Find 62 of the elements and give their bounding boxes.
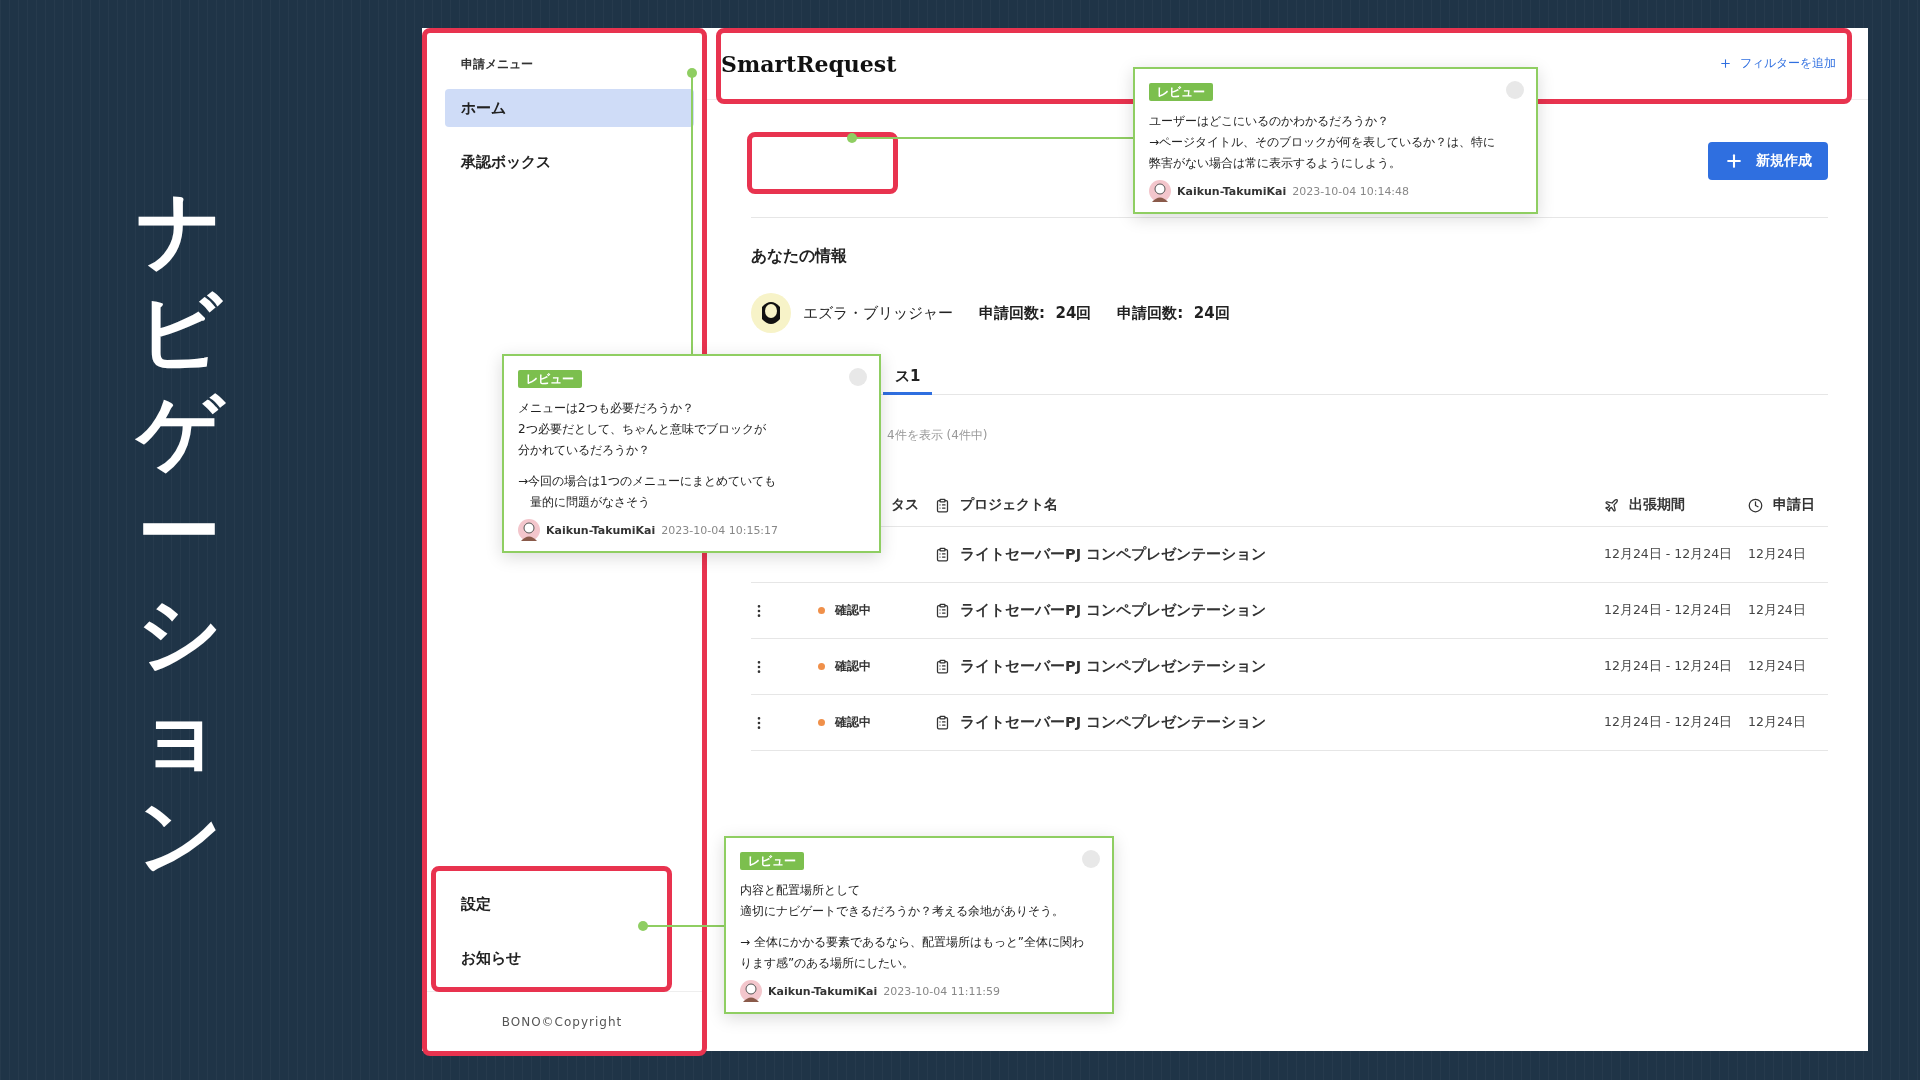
- status-text: 確認中: [835, 602, 871, 619]
- comment-text: 内容と配置場所として 適切にナビゲートできるだろうか？考える余地がありそう。: [740, 882, 1065, 920]
- status-text: 確認中: [835, 658, 871, 675]
- connector-dot: [638, 921, 648, 931]
- user-avatar: [751, 293, 791, 333]
- clipboard-icon: [935, 547, 950, 562]
- clipboard-icon: [935, 603, 950, 618]
- sidebar-item[interactable]: 設定: [445, 877, 694, 931]
- sidebar-item[interactable]: お知らせ: [445, 931, 694, 985]
- plane-icon: [1604, 497, 1619, 513]
- user-name: エズラ・ブリッジャー: [803, 303, 953, 323]
- sidebar-item[interactable]: ホーム: [445, 89, 694, 127]
- project-name: ライトセーバーPJ コンペプレゼンテーション: [960, 601, 1267, 620]
- comment-text: →今回の場合は1つのメニューにまとめていても 量的に問題がなさそう: [518, 473, 777, 511]
- author-name: Kaikun-TakumiKai: [546, 523, 656, 537]
- copyright: BONO©Copyright: [422, 991, 702, 1051]
- section-heading: あなたの情報: [751, 246, 848, 267]
- comment-time: 2023-10-04 11:11:59: [883, 984, 1001, 998]
- request-date: 12月24日: [1748, 602, 1806, 619]
- review-tag: レビュー: [518, 370, 582, 388]
- comment-text: ユーザーはどこにいるのかわかるだろうか？ →ページタイトル、そのブロックが何を表しているか？は、特に 弊害がない場合は常に表示するようにしよう。: [1149, 113, 1497, 172]
- new-button[interactable]: 新規作成: [1708, 141, 1828, 180]
- column-header: 出張期間: [1604, 484, 1748, 527]
- slide-title: ナビゲーション: [132, 180, 230, 886]
- trip-period: 12月24日 - 12月24日: [1604, 658, 1733, 675]
- comment-time: 2023-10-04 10:14:48: [1292, 184, 1410, 198]
- trip-period: 12月24日 - 12月24日: [1604, 602, 1733, 619]
- review-tag: レビュー: [740, 852, 804, 870]
- review-tag: レビュー: [1149, 83, 1213, 101]
- clock-icon: [1748, 497, 1763, 513]
- comment-time: 2023-10-04 10:15:17: [661, 523, 779, 537]
- reviewer-avatar: [1149, 180, 1171, 202]
- request-count: 申請回数: 24回: [979, 303, 1092, 323]
- author-name: Kaikun-TakumiKai: [768, 984, 878, 998]
- sidebar-item[interactable]: 承認ボックス: [445, 143, 694, 181]
- clipboard-icon: [935, 715, 950, 730]
- result-count: 4件を表示 (4件中): [887, 427, 988, 444]
- request-count: 申請回数: 24回: [1117, 303, 1230, 323]
- comment-text: メニューは2つも必要だろうか？ 2つ必要だとして、ちゃんと意味でブロックが 分かれているだろうか？: [518, 400, 767, 459]
- column-header: プロジェクト名: [935, 484, 1604, 527]
- reviewer-avatar: [740, 980, 762, 1002]
- request-date: 12月24日: [1748, 546, 1806, 563]
- clipboard-icon: [935, 497, 950, 513]
- add-filter-button[interactable]: フィルターを追加: [1713, 54, 1842, 73]
- menu-heading: 申請メニュー: [461, 56, 533, 73]
- clipboard-icon: [935, 659, 950, 674]
- plus-icon: [1719, 57, 1732, 70]
- app-title: SmartRequest: [721, 50, 897, 77]
- reviewer-avatar: [518, 519, 540, 541]
- project-name: ライトセーバーPJ コンペプレゼンテーション: [960, 713, 1267, 732]
- request-date: 12月24日: [1748, 658, 1806, 675]
- connector-dot: [687, 68, 697, 78]
- column-header: 申請日: [1748, 484, 1828, 527]
- project-name: ライトセーバーPJ コンペプレゼンテーション: [960, 657, 1267, 676]
- project-name: ライトセーバーPJ コンペプレゼンテーション: [960, 545, 1267, 564]
- trip-period: 12月24日 - 12月24日: [1604, 714, 1733, 731]
- trip-period: 12月24日 - 12月24日: [1604, 546, 1733, 563]
- comment-text: → 全体にかかる要素であるなら、配置場所はもっと”全体に関わ ります感”のある場所にしたい。: [740, 934, 1086, 972]
- request-date: 12月24日: [1748, 714, 1806, 731]
- author-name: Kaikun-TakumiKai: [1177, 184, 1287, 198]
- connector-dot: [847, 133, 857, 143]
- status-text: 確認中: [835, 714, 871, 731]
